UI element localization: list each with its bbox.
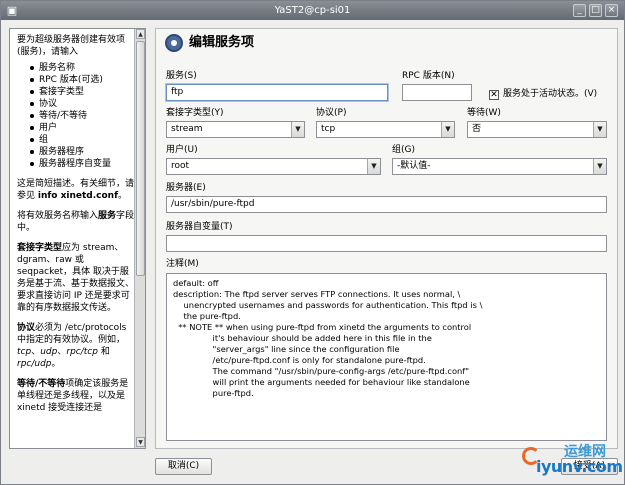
scroll-thumb[interactable] <box>136 41 145 276</box>
socket-type-label: 套接字类型(Y) <box>166 108 224 118</box>
protocol-label: 协议(P) <box>316 108 347 118</box>
active-checkbox[interactable]: ✕ <box>489 90 499 100</box>
scroll-up-arrow-icon[interactable]: ▲ <box>136 29 145 39</box>
wait-select[interactable]: 否 ▼ <box>467 121 607 138</box>
close-button[interactable]: × <box>605 4 618 17</box>
help-bullet-list: 服务名称 RPC 版本(可选) 套接字类型 协议 等待/不等待 用户 组 服务器… <box>30 62 135 170</box>
help-service-desc: 将有效服务名称输入服务字段中。 <box>17 211 135 233</box>
user-label: 用户(U) <box>166 145 198 155</box>
scroll-down-arrow-icon[interactable]: ▼ <box>136 437 145 447</box>
protocol-select[interactable]: tcp ▼ <box>316 121 455 138</box>
help-bullet: 用户 <box>30 122 135 134</box>
help-bullet: 等待/不等待 <box>30 110 135 122</box>
help-scrollbar[interactable]: ▲ ▼ <box>134 29 145 448</box>
comment-label: 注释(M) <box>166 259 199 269</box>
active-checkbox-label[interactable]: 服务处于活动状态。(V) <box>503 89 597 100</box>
service-label: 服务(S) <box>166 71 197 81</box>
group-select[interactable]: -默认值- ▼ <box>392 158 607 175</box>
edit-service-form: 编辑服务项 服务(S) ftp RPC 版本(N) ✕ 服务处于活动状态。(V)… <box>155 28 618 449</box>
user-select[interactable]: root ▼ <box>166 158 381 175</box>
chevron-down-icon[interactable]: ▼ <box>441 122 454 137</box>
help-wait-desc: 等待/不等待项确定该服务是 单线程还是多线程，以及是 xinetd 接受连接还是 <box>17 379 129 413</box>
service-gear-icon <box>165 34 183 52</box>
service-input[interactable]: ftp <box>166 84 388 101</box>
cancel-button[interactable]: 取消(C) <box>155 458 212 475</box>
help-short-desc: 这是简短描述。有关细节，请参见 info xinetd.conf。 <box>17 179 135 201</box>
group-value: -默认值- <box>397 161 431 171</box>
help-bullet: RPC 版本(可选) <box>30 74 135 86</box>
watermark-logo: 运维网 iyunv.com <box>518 439 623 479</box>
chevron-down-icon[interactable]: ▼ <box>291 122 304 137</box>
socket-type-value: stream <box>171 124 203 134</box>
help-bullet: 服务器程序 <box>30 146 135 158</box>
protocol-value: tcp <box>321 124 336 134</box>
chevron-down-icon[interactable]: ▼ <box>593 122 606 137</box>
user-value: root <box>171 161 190 171</box>
help-protocol-desc: 协议必须为 /etc/protocols 中指定的有效协议。例如，tcp、udp… <box>17 323 127 369</box>
help-bullet: 服务器程序自变量 <box>30 158 135 170</box>
help-text: 要为超级服务器创建有效项(服务)，请输入 服务名称 RPC 版本(可选) 套接字… <box>17 34 135 422</box>
minimize-button[interactable]: _ <box>573 4 586 17</box>
server-label: 服务器(E) <box>166 183 206 193</box>
window-menu-icon[interactable]: ▣ <box>5 4 19 17</box>
wait-value: 否 <box>472 124 482 134</box>
page-title: 编辑服务项 <box>189 35 255 50</box>
help-bullet: 协议 <box>30 98 135 110</box>
chevron-down-icon[interactable]: ▼ <box>367 159 380 174</box>
socket-type-select[interactable]: stream ▼ <box>166 121 305 138</box>
help-panel[interactable]: 要为超级服务器创建有效项(服务)，请输入 服务名称 RPC 版本(可选) 套接字… <box>9 28 146 449</box>
wait-label: 等待(W) <box>467 108 501 118</box>
help-socket-desc: 套接字类型应为 stream、dgram、raw 或 seqpacket，具体 … <box>17 243 135 313</box>
group-label: 组(G) <box>392 145 415 155</box>
server-input[interactable]: /usr/sbin/pure-ftpd <box>166 196 607 213</box>
title-bar[interactable]: ▣ YaST2@cp-si01 _ □ × <box>1 1 624 20</box>
rpc-version-label: RPC 版本(N) <box>402 71 455 81</box>
watermark-en: iyunv.com <box>536 457 623 476</box>
help-bullet: 套接字类型 <box>30 86 135 98</box>
maximize-button[interactable]: □ <box>589 4 602 17</box>
window-title: YaST2@cp-si01 <box>274 5 351 16</box>
comment-textarea[interactable]: default: off description: The ftpd serve… <box>166 273 607 441</box>
server-args-input[interactable] <box>166 235 607 252</box>
help-bullet: 组 <box>30 134 135 146</box>
chevron-down-icon[interactable]: ▼ <box>593 159 606 174</box>
server-args-label: 服务器自变量(T) <box>166 222 233 232</box>
rpc-version-input[interactable] <box>402 84 472 101</box>
help-intro: 要为超级服务器创建有效项(服务)，请输入 <box>17 35 126 57</box>
help-bullet: 服务名称 <box>30 62 135 74</box>
yast-window: ▣ YaST2@cp-si01 _ □ × 要为超级服务器创建有效项(服务)，请… <box>0 0 625 485</box>
